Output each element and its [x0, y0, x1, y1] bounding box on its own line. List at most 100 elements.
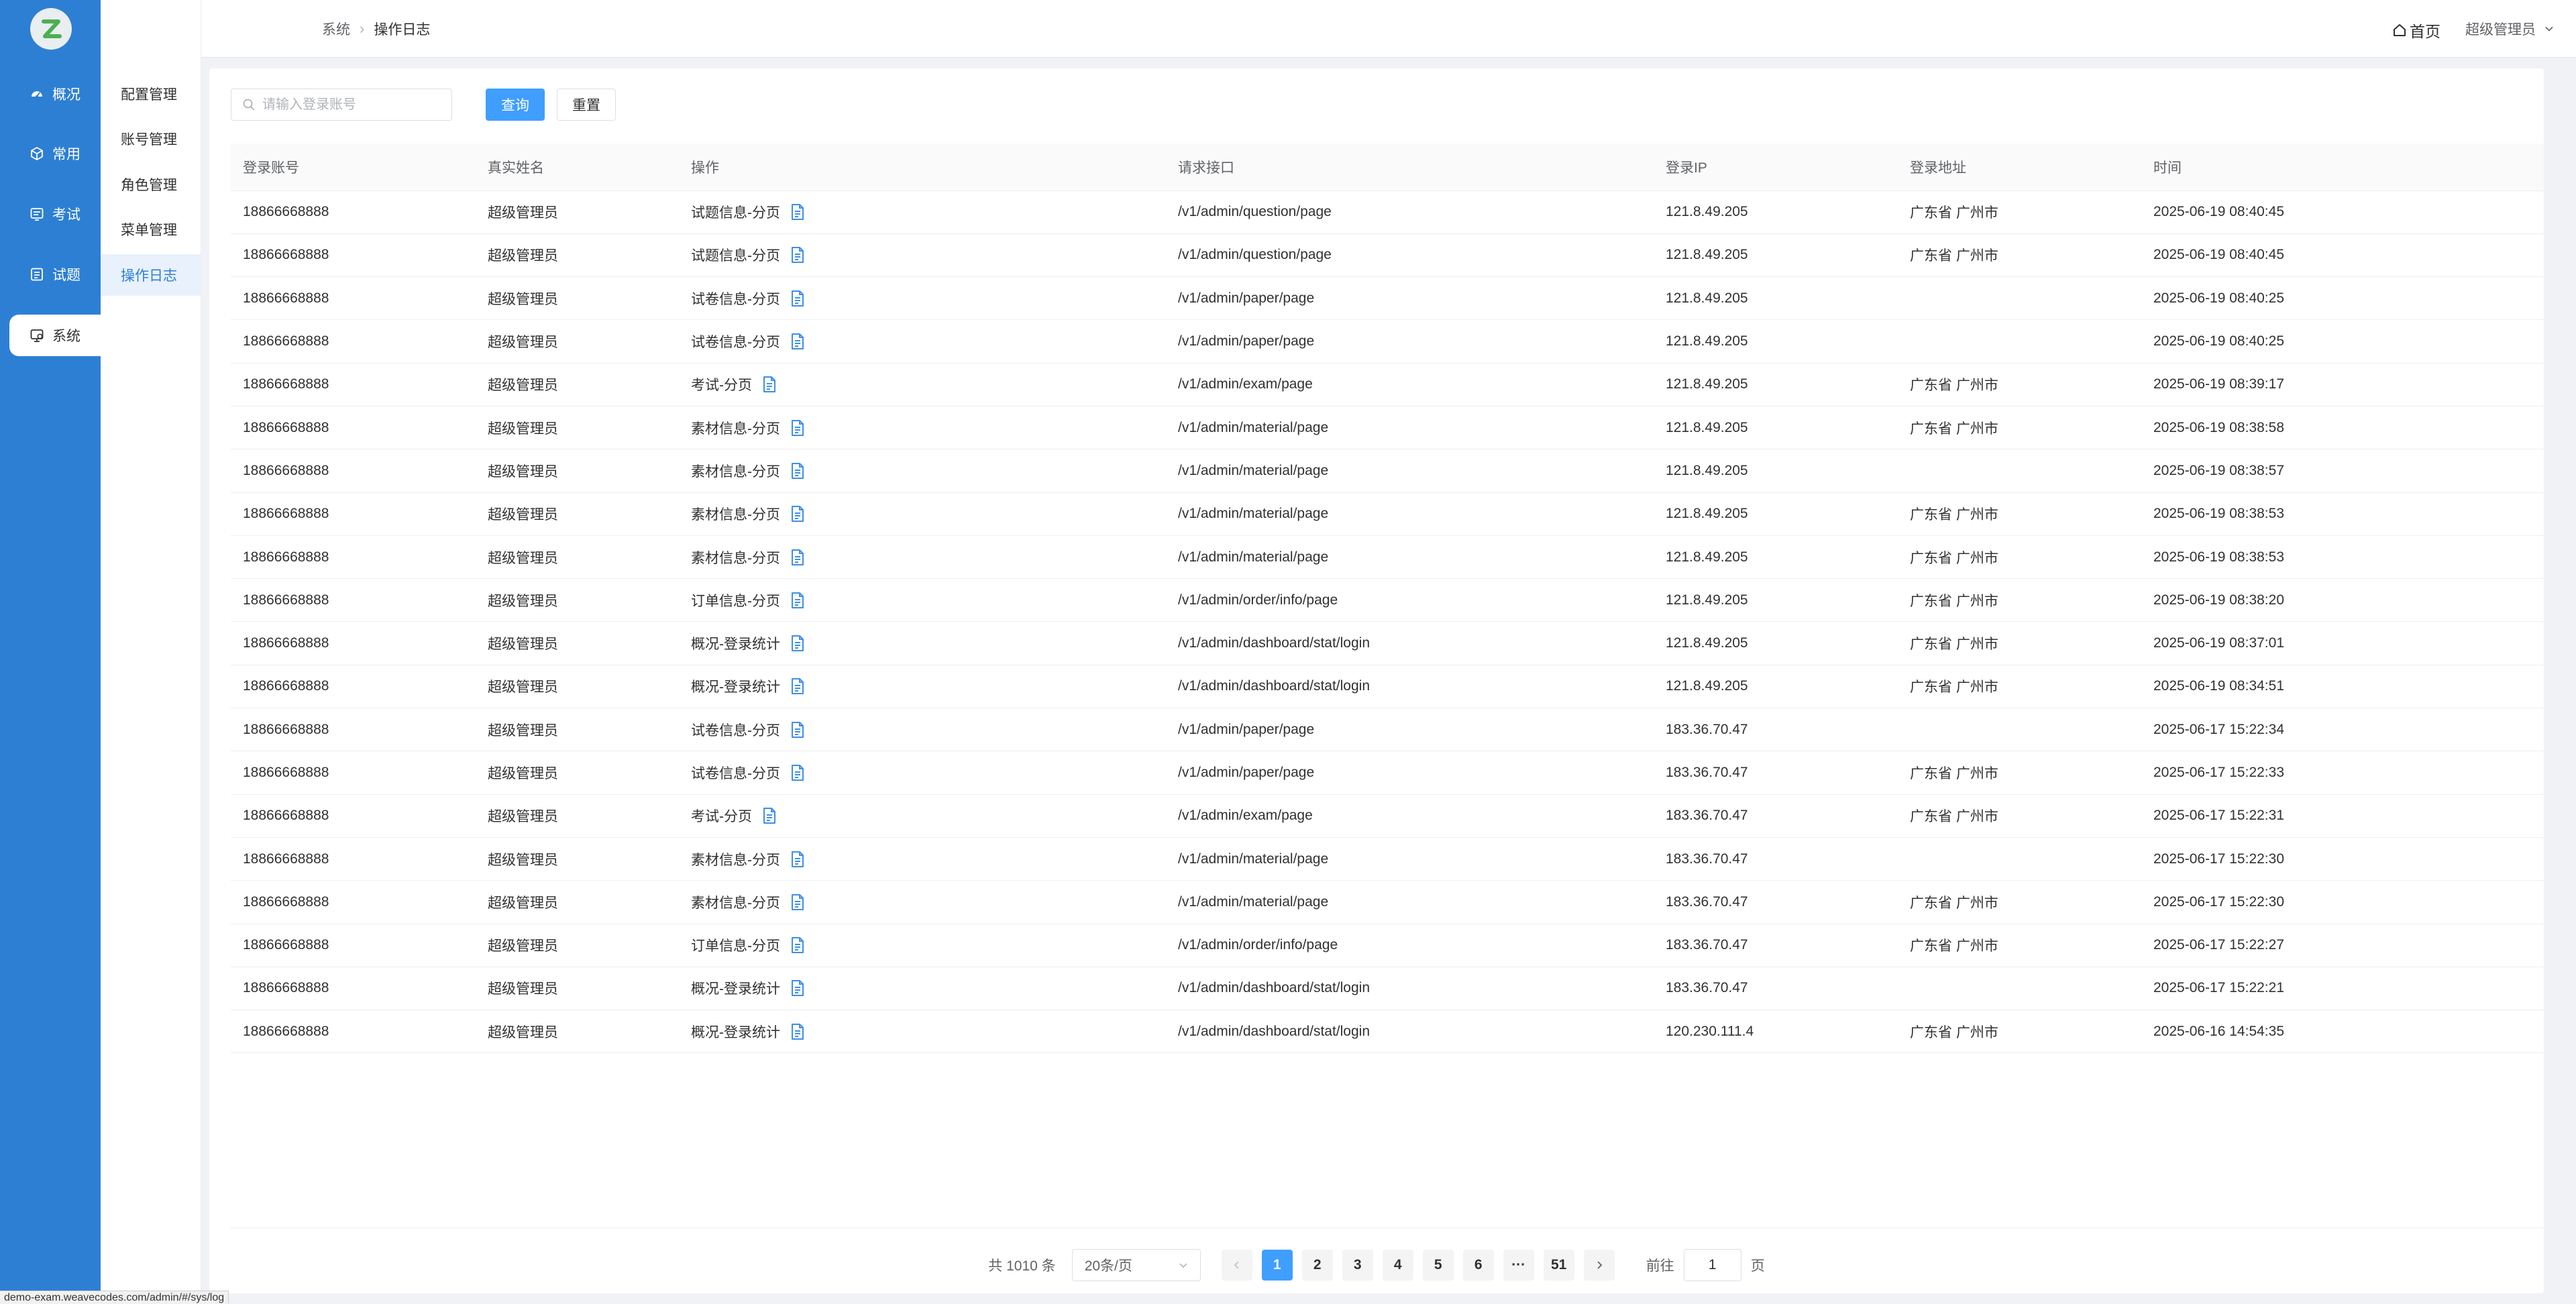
document-icon[interactable]: [790, 677, 806, 695]
cell-endpoint: /v1/admin/question/page: [1166, 191, 1654, 234]
submenu-item-accounts[interactable]: 账号管理: [101, 118, 201, 160]
rail-item-common[interactable]: 常用: [9, 133, 101, 174]
cell-operation: 试卷信息-分页: [679, 751, 1166, 795]
cell-account: 18866668888: [231, 319, 476, 364]
search-input[interactable]: [262, 97, 443, 113]
user-menu[interactable]: 超级管理员: [2465, 19, 2555, 39]
document-icon[interactable]: [790, 979, 806, 997]
submenu-item-operation-log[interactable]: 操作日志: [101, 254, 201, 296]
document-icon[interactable]: [790, 333, 806, 350]
page-button-5[interactable]: 5: [1422, 1250, 1454, 1281]
reset-button[interactable]: 重置: [557, 89, 616, 121]
document-icon[interactable]: [790, 290, 806, 307]
cell-real-name: 超级管理员: [476, 621, 679, 665]
cell-account: 18866668888: [231, 967, 476, 1011]
operation-label: 素材信息-分页: [691, 895, 780, 911]
document-icon[interactable]: [790, 764, 806, 781]
page-size-select[interactable]: 20条/页: [1071, 1249, 1201, 1281]
cell-location: [1898, 276, 2141, 321]
page-button-6[interactable]: 6: [1462, 1250, 1494, 1281]
prev-page-button[interactable]: [1221, 1250, 1252, 1281]
cell-operation: 素材信息-分页: [679, 406, 1166, 450]
home-link[interactable]: 首页: [2392, 19, 2440, 42]
next-page-button[interactable]: [1583, 1250, 1615, 1281]
rail-item-system[interactable]: 系统: [9, 315, 101, 356]
cell-real-name: 超级管理员: [476, 492, 679, 536]
cell-endpoint: /v1/admin/paper/page: [1166, 751, 1654, 795]
cell-operation: 试卷信息-分页: [679, 708, 1166, 752]
app-rail: 概况 常用 考试 试题 系统: [0, 0, 101, 1304]
cell-account: 18866668888: [231, 621, 476, 665]
cell-location: [1898, 837, 2141, 881]
cell-operation: 素材信息-分页: [679, 880, 1166, 924]
cell-location: 广东省 广州市: [1898, 363, 2141, 406]
cell-account: 18866668888: [231, 751, 476, 795]
page-button-3[interactable]: 3: [1342, 1250, 1373, 1281]
cell-ip: 183.36.70.47: [1654, 708, 1898, 752]
cell-location: 广东省 广州市: [1898, 794, 2141, 838]
page-button-2[interactable]: 2: [1301, 1250, 1333, 1281]
cell-endpoint: /v1/admin/question/page: [1166, 233, 1654, 278]
cell-operation: 订单信息-分页: [679, 578, 1166, 622]
document-icon[interactable]: [790, 203, 806, 221]
document-icon[interactable]: [790, 635, 806, 652]
operation-label: 素材信息-分页: [691, 421, 780, 437]
document-icon[interactable]: [761, 807, 777, 824]
cell-location: 广东省 广州市: [1898, 191, 2141, 234]
document-icon[interactable]: [790, 462, 806, 480]
cell-operation: 素材信息-分页: [679, 492, 1166, 536]
cell-endpoint: /v1/admin/paper/page: [1166, 708, 1654, 752]
rail-item-question[interactable]: 试题: [9, 254, 101, 295]
rail-item-exam[interactable]: 考试: [9, 193, 101, 235]
column-header-endpoint: 请求接口: [1166, 144, 1654, 191]
operation-label: 素材信息-分页: [691, 507, 780, 523]
operation-label: 试卷信息-分页: [691, 722, 780, 739]
document-icon[interactable]: [790, 893, 806, 911]
operation-label: 试题信息-分页: [691, 248, 780, 264]
rail-item-overview[interactable]: 概况: [9, 73, 101, 115]
more-pages-button[interactable]: ···: [1503, 1250, 1534, 1281]
operation-label: 试卷信息-分页: [691, 335, 780, 351]
cell-ip: 121.8.49.205: [1654, 449, 1898, 493]
cell-real-name: 超级管理员: [476, 535, 679, 580]
document-icon[interactable]: [761, 376, 777, 393]
cell-time: 2025-06-19 08:40:45: [2141, 233, 2544, 278]
document-icon[interactable]: [790, 246, 806, 264]
cell-endpoint: /v1/admin/material/page: [1166, 406, 1654, 450]
cell-time: 2025-06-19 08:39:17: [2141, 363, 2544, 406]
submenu-item-menus[interactable]: 菜单管理: [101, 209, 201, 250]
table-header-row: 登录账号 真实姓名 操作 请求接口 登录IP 登录地址 时间: [231, 144, 2544, 191]
table-row: 18866668888 超级管理员 试卷信息-分页/v1/admin/paper/p…: [231, 708, 2544, 752]
page-button-4[interactable]: 4: [1382, 1250, 1413, 1281]
document-icon[interactable]: [790, 721, 806, 739]
breadcrumb-item-system[interactable]: 系统: [322, 19, 350, 39]
document-icon[interactable]: [790, 851, 806, 868]
cell-account: 18866668888: [231, 449, 476, 493]
document-icon[interactable]: [790, 419, 806, 437]
document-icon[interactable]: [790, 592, 806, 609]
goto-page-input[interactable]: [1683, 1249, 1741, 1281]
table-row: 18866668888 超级管理员 素材信息-分页/v1/admin/materia…: [231, 535, 2544, 580]
document-icon[interactable]: [790, 1023, 806, 1040]
document-icon[interactable]: [790, 936, 806, 954]
search-icon: [243, 99, 255, 111]
app-logo[interactable]: [30, 8, 72, 50]
cell-ip: 121.8.49.205: [1654, 233, 1898, 278]
cell-time: 2025-06-17 15:22:30: [2141, 837, 2544, 881]
operation-log-table: 登录账号 真实姓名 操作 请求接口 登录IP 登录地址 时间 188666688…: [231, 144, 2544, 1054]
page-button-last[interactable]: 51: [1543, 1250, 1574, 1281]
document-icon[interactable]: [790, 549, 806, 566]
table-row: 18866668888 超级管理员 试卷信息-分页/v1/admin/paper/p…: [231, 319, 2544, 364]
page-button-1[interactable]: 1: [1261, 1250, 1293, 1281]
cell-real-name: 超级管理员: [476, 578, 679, 622]
cell-account: 18866668888: [231, 708, 476, 752]
operation-label: 考试-分页: [691, 378, 752, 394]
document-icon[interactable]: [790, 505, 806, 523]
table-row: 18866668888 超级管理员 考试-分页/v1/admin/exam/page…: [231, 363, 2544, 406]
operation-label: 素材信息-分页: [691, 852, 780, 868]
column-header-operation: 操作: [679, 144, 1166, 191]
home-link-label: 首页: [2410, 23, 2440, 40]
submenu-item-config[interactable]: 配置管理: [101, 73, 201, 115]
query-button[interactable]: 查询: [486, 89, 545, 121]
submenu-item-roles[interactable]: 角色管理: [101, 164, 201, 205]
